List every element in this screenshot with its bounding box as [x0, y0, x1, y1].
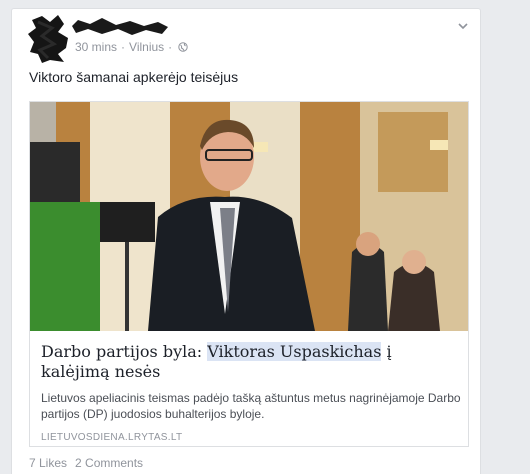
comments-count[interactable]: 2 Comments: [75, 456, 143, 470]
post-status-text: Viktoro šamanai apkerėjo teisėjus: [29, 69, 239, 85]
meta-separator-2: ·: [168, 40, 173, 54]
post-meta: 30 mins · Vilnius ·: [75, 40, 188, 54]
link-text: Darbo partijos byla: Viktoras Uspaskicha…: [41, 342, 461, 443]
link-title-start: Darbo partijos byla:: [41, 342, 208, 361]
post-engagement: 7 Likes 2 Comments: [29, 456, 143, 470]
redacted-author-name[interactable]: [72, 16, 168, 36]
post-time[interactable]: 30 mins: [75, 40, 117, 54]
link-domain[interactable]: LIETUVOSDIENA.LRYTAS.LT: [41, 432, 461, 443]
link-title[interactable]: Darbo partijos byla: Viktoras Uspaskicha…: [41, 342, 461, 382]
link-preview[interactable]: Darbo partijos byla: Viktoras Uspaskicha…: [29, 101, 469, 447]
post-location[interactable]: Vilnius: [129, 40, 164, 54]
post-card: 30 mins · Vilnius · Viktoro šamanai apke…: [11, 8, 481, 474]
news-photo[interactable]: [30, 102, 468, 331]
chevron-down-icon[interactable]: [456, 19, 470, 33]
meta-separator: ·: [121, 40, 126, 54]
link-description: Lietuvos apeliacinis teismas padėjo tašk…: [41, 391, 461, 421]
link-title-highlight: Viktoras Uspaskichas: [207, 342, 382, 361]
globe-icon[interactable]: [178, 42, 188, 52]
likes-count[interactable]: 7 Likes: [29, 456, 67, 470]
